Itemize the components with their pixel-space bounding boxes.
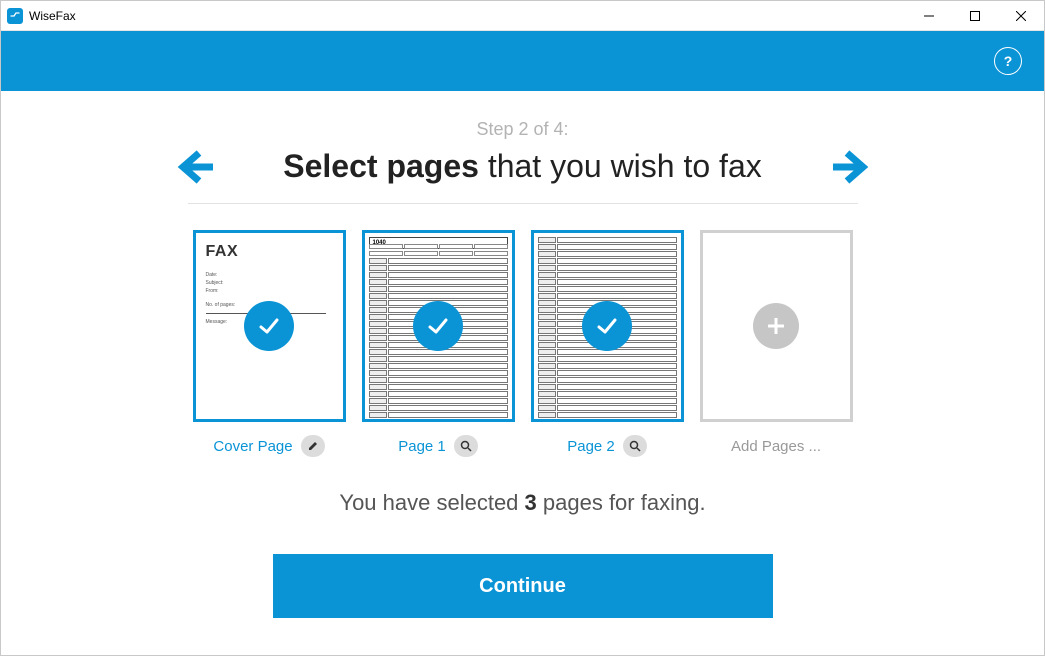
thumb-label-row: Page 2: [567, 434, 647, 458]
summary-prefix: You have selected: [339, 490, 524, 515]
cover-field: Date:: [206, 271, 333, 279]
title-row: Select pages that you wish to fax: [183, 148, 863, 185]
help-button[interactable]: ?: [994, 47, 1022, 75]
arrow-left-icon: [175, 149, 215, 185]
prev-step-button[interactable]: [173, 145, 217, 189]
zoom-page-button[interactable]: [454, 435, 478, 457]
continue-label: Continue: [479, 575, 566, 598]
window-controls: [906, 1, 1044, 31]
add-circle: [753, 303, 799, 349]
thumb-label-row: Page 1: [398, 434, 478, 458]
plus-icon: [765, 315, 787, 337]
step-indicator: Step 2 of 4:: [476, 119, 568, 140]
edit-cover-button[interactable]: [301, 435, 325, 457]
selected-badge: [413, 301, 463, 351]
pencil-icon: [307, 440, 319, 452]
page-title-bold: Select pages: [283, 148, 479, 184]
page-title: Select pages that you wish to fax: [283, 148, 761, 185]
page-thumbnails: FAX Date: Subject: From: No. of pages: M…: [193, 230, 853, 458]
app-icon: [7, 8, 23, 24]
header-band: ?: [1, 31, 1044, 91]
magnifier-icon: [460, 440, 472, 452]
maximize-icon: [970, 11, 980, 21]
selected-badge: [244, 301, 294, 351]
thumb-card-add: Add Pages ...: [700, 230, 853, 458]
zoom-page-button[interactable]: [623, 435, 647, 457]
cover-heading: FAX: [206, 243, 333, 261]
window-title: WiseFax: [29, 9, 76, 23]
magnifier-icon: [629, 440, 641, 452]
add-pages-label[interactable]: Add Pages ...: [731, 438, 821, 455]
help-icon: ?: [1004, 53, 1013, 69]
add-pages-button[interactable]: [700, 230, 853, 422]
wizard-content: Step 2 of 4: Select pages that you wish …: [1, 91, 1044, 655]
thumb-label[interactable]: Page 1: [398, 438, 446, 455]
check-icon: [425, 313, 451, 339]
thumb-label[interactable]: Cover Page: [213, 438, 292, 455]
thumb-card-page1: 1040: [362, 230, 515, 458]
thumb-label-row: Cover Page: [213, 434, 324, 458]
cover-field: From:: [206, 287, 333, 295]
minimize-button[interactable]: [906, 1, 952, 31]
selected-badge: [582, 301, 632, 351]
page-title-rest: that you wish to fax: [479, 148, 762, 184]
thumb-card-cover: FAX Date: Subject: From: No. of pages: M…: [193, 230, 346, 458]
thumb-label[interactable]: Page 2: [567, 438, 615, 455]
divider: [188, 203, 858, 204]
summary-suffix: pages for faxing.: [537, 490, 706, 515]
close-icon: [1016, 11, 1026, 21]
titlebar-left: WiseFax: [7, 8, 76, 24]
thumb-card-page2: Page 2: [531, 230, 684, 458]
page-thumbnail[interactable]: 1040: [362, 230, 515, 422]
maximize-button[interactable]: [952, 1, 998, 31]
arrow-right-icon: [831, 149, 871, 185]
selection-summary: You have selected 3 pages for faxing.: [339, 490, 705, 516]
minimize-icon: [924, 11, 934, 21]
titlebar: WiseFax: [1, 1, 1044, 31]
page-thumbnail[interactable]: FAX Date: Subject: From: No. of pages: M…: [193, 230, 346, 422]
page-thumbnail[interactable]: [531, 230, 684, 422]
next-step-button[interactable]: [829, 145, 873, 189]
check-icon: [256, 313, 282, 339]
cover-field: Subject:: [206, 279, 333, 287]
app-window: WiseFax ? Step 2 of 4:: [0, 0, 1045, 656]
thumb-label-row: Add Pages ...: [731, 434, 821, 458]
check-icon: [594, 313, 620, 339]
summary-count: 3: [525, 490, 537, 515]
close-button[interactable]: [998, 1, 1044, 31]
continue-button[interactable]: Continue: [273, 554, 773, 618]
